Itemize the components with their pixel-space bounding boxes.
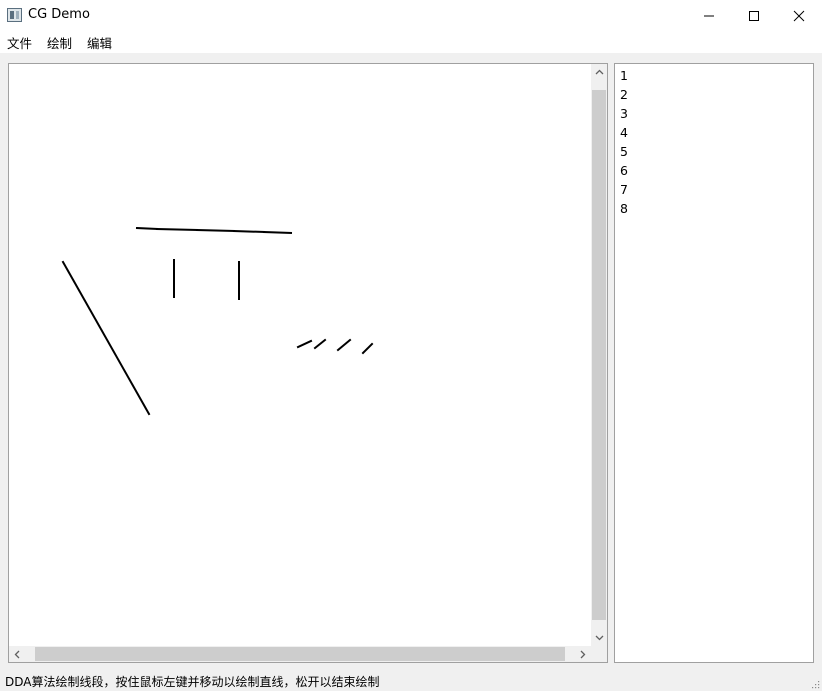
drawn-line-segment [155, 227, 199, 232]
minimize-icon [704, 15, 714, 16]
chevron-right-icon [580, 650, 586, 658]
drawn-line-segment [262, 230, 293, 235]
resize-grip-icon[interactable] [810, 679, 820, 689]
chevron-up-icon [595, 69, 603, 75]
maximize-icon [749, 10, 759, 21]
drawn-line-segment [135, 226, 159, 231]
item-list[interactable]: 1 2 3 4 5 6 7 8 [614, 63, 814, 663]
list-item[interactable]: 3 [615, 104, 813, 123]
canvas-view [8, 63, 608, 663]
drawn-line-segment [336, 338, 352, 352]
drawing-canvas[interactable] [9, 64, 591, 646]
title-bar[interactable]: CG Demo [0, 0, 822, 31]
maximize-button[interactable] [731, 0, 777, 31]
vertical-scrollbar[interactable] [591, 64, 607, 646]
list-item[interactable]: 8 [615, 199, 813, 218]
menu-edit[interactable]: 编辑 [80, 31, 120, 53]
status-bar: DDA算法绘制线段，按住鼠标左键并移动以绘制直线，松开以结束绘制 [0, 674, 822, 691]
drawn-line-segment [361, 342, 374, 355]
scroll-left-button[interactable] [9, 646, 25, 662]
status-text: DDA算法绘制线段，按住鼠标左键并移动以绘制直线，松开以结束绘制 [5, 675, 380, 689]
list-item[interactable]: 6 [615, 161, 813, 180]
scrollbar-corner [591, 646, 607, 662]
list-item[interactable]: 4 [615, 123, 813, 142]
scroll-down-button[interactable] [591, 630, 607, 646]
main-window: CG Demo 文件 绘制 编辑 1 2 3 4 5 6 7 8 DDA算法绘制… [0, 0, 822, 691]
list-item[interactable]: 7 [615, 180, 813, 199]
menu-file[interactable]: 文件 [0, 31, 40, 53]
drawn-line-segment [232, 229, 266, 234]
vertical-scroll-thumb[interactable] [592, 90, 606, 620]
drawn-line-segment [61, 260, 151, 416]
drawn-line-segment [313, 338, 327, 350]
app-window-icon [7, 8, 22, 22]
menu-bar: 文件 绘制 编辑 [0, 31, 822, 53]
drawn-line-segment [296, 339, 313, 349]
window-title: CG Demo [28, 7, 90, 22]
list-item[interactable]: 5 [615, 142, 813, 161]
horizontal-scrollbar[interactable] [9, 646, 591, 662]
close-icon [793, 10, 805, 21]
list-item[interactable]: 1 [615, 66, 813, 85]
chevron-down-icon [595, 635, 603, 641]
list-item[interactable]: 2 [615, 85, 813, 104]
minimize-button[interactable] [686, 0, 732, 31]
close-button[interactable] [776, 0, 822, 31]
drawn-line-segment [195, 228, 236, 233]
horizontal-scroll-thumb[interactable] [35, 647, 565, 661]
scroll-right-button[interactable] [575, 646, 591, 662]
drawing-surface[interactable] [9, 64, 591, 646]
chevron-left-icon [14, 650, 20, 658]
menu-draw[interactable]: 绘制 [40, 31, 80, 53]
scroll-up-button[interactable] [591, 64, 607, 80]
